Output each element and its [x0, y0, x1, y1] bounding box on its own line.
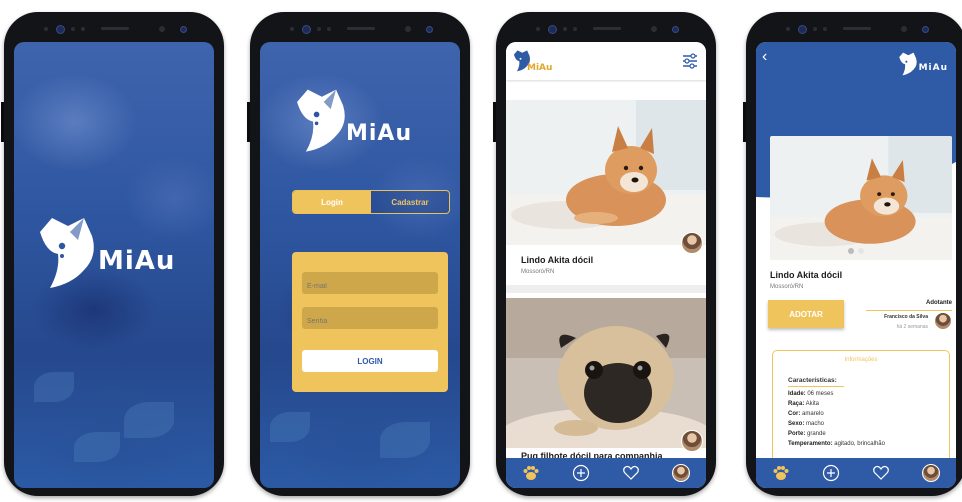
- owner-avatar[interactable]: [681, 232, 703, 254]
- brand-name: MiAu: [346, 120, 413, 146]
- adopt-button[interactable]: ADOTAR: [768, 300, 844, 328]
- info-color: Cor: amarelo: [788, 411, 824, 417]
- dog-cat-logo-icon: [898, 52, 917, 76]
- phone-detail: ‹ MiAu Lindo Akita dócil Mossoró/RN ADOT…: [743, 12, 962, 496]
- app-logo: MiAu: [32, 210, 175, 290]
- info-sex: Sexo: macho: [788, 421, 825, 427]
- app-logo: MiAu: [290, 82, 412, 154]
- phone-login: MiAu Login Cadastrar LOGIN: [247, 12, 470, 496]
- carousel-dot[interactable]: [858, 248, 864, 254]
- brand-name: MiAu: [918, 63, 948, 73]
- profile-avatar[interactable]: [671, 463, 691, 483]
- pug-photo[interactable]: [506, 298, 706, 448]
- feed-screen: MiAu Lindo Akita dócil Mossoró/RN Pug fi…: [506, 42, 706, 488]
- phone-splash: MiAu: [1, 12, 224, 496]
- plus-circle-icon[interactable]: [571, 463, 591, 483]
- adopter-avatar[interactable]: [934, 312, 952, 330]
- back-icon[interactable]: ‹: [762, 48, 767, 66]
- splash-screen: MiAu: [14, 42, 214, 488]
- card-title: Lindo Akita dócil: [521, 255, 594, 265]
- akita-photo[interactable]: [506, 100, 706, 245]
- adopter-label: Adotante: [926, 300, 952, 306]
- bottom-navbar: [506, 458, 706, 488]
- plus-circle-icon[interactable]: [821, 463, 841, 483]
- tab-login[interactable]: Login: [293, 191, 371, 213]
- card-location: Mossoró/RN: [521, 269, 555, 275]
- bottom-navbar: [756, 458, 956, 488]
- phone-top-bezel: [746, 12, 962, 42]
- info-box: Informações Características: Idade: 06 m…: [772, 350, 950, 472]
- info-breed: Raça: Akita: [788, 401, 820, 407]
- app-logo: MiAu: [895, 50, 948, 76]
- adopter-time: há 2 semanas: [896, 324, 928, 330]
- pet-title: Lindo Akita dócil: [770, 270, 843, 280]
- password-field[interactable]: [302, 307, 438, 329]
- email-field[interactable]: [302, 272, 438, 294]
- dog-cat-logo-icon: [40, 218, 94, 288]
- characteristics-title: Características:: [788, 377, 837, 384]
- paw-icon[interactable]: [521, 463, 541, 483]
- info-temperament: Temperamento: agitado, brincalhão: [788, 441, 885, 447]
- tab-register[interactable]: Cadastrar: [371, 191, 449, 213]
- heart-icon[interactable]: [871, 463, 891, 483]
- detail-screen: ‹ MiAu Lindo Akita dócil Mossoró/RN ADOT…: [756, 42, 956, 488]
- owner-avatar[interactable]: [681, 430, 703, 452]
- dog-cat-logo-icon: [297, 89, 345, 152]
- login-card: LOGIN: [292, 252, 448, 392]
- info-title: Informações: [844, 357, 878, 363]
- filter-icon[interactable]: [682, 53, 698, 69]
- brand-name: MiAu: [98, 246, 176, 276]
- login-screen: MiAu Login Cadastrar LOGIN: [260, 42, 460, 488]
- heart-icon[interactable]: [621, 463, 641, 483]
- auth-tabs: Login Cadastrar: [292, 190, 450, 214]
- phone-top-bezel: [496, 12, 716, 42]
- akita-photo[interactable]: [770, 136, 952, 260]
- carousel-dot[interactable]: [848, 248, 854, 254]
- adopter-name: Francisco da Silva: [884, 314, 928, 320]
- profile-avatar[interactable]: [921, 463, 941, 483]
- login-button[interactable]: LOGIN: [302, 350, 438, 372]
- brand-name: MiAu: [527, 63, 553, 73]
- info-age: Idade: 06 meses: [788, 391, 834, 397]
- phone-top-bezel: [4, 12, 224, 42]
- feed-header: MiAu: [506, 42, 706, 80]
- phone-feed: MiAu Lindo Akita dócil Mossoró/RN Pug fi…: [493, 12, 716, 496]
- pet-location: Mossoró/RN: [770, 284, 804, 290]
- info-size: Porte: grande: [788, 431, 826, 437]
- phone-top-bezel: [250, 12, 470, 42]
- paw-icon[interactable]: [771, 463, 791, 483]
